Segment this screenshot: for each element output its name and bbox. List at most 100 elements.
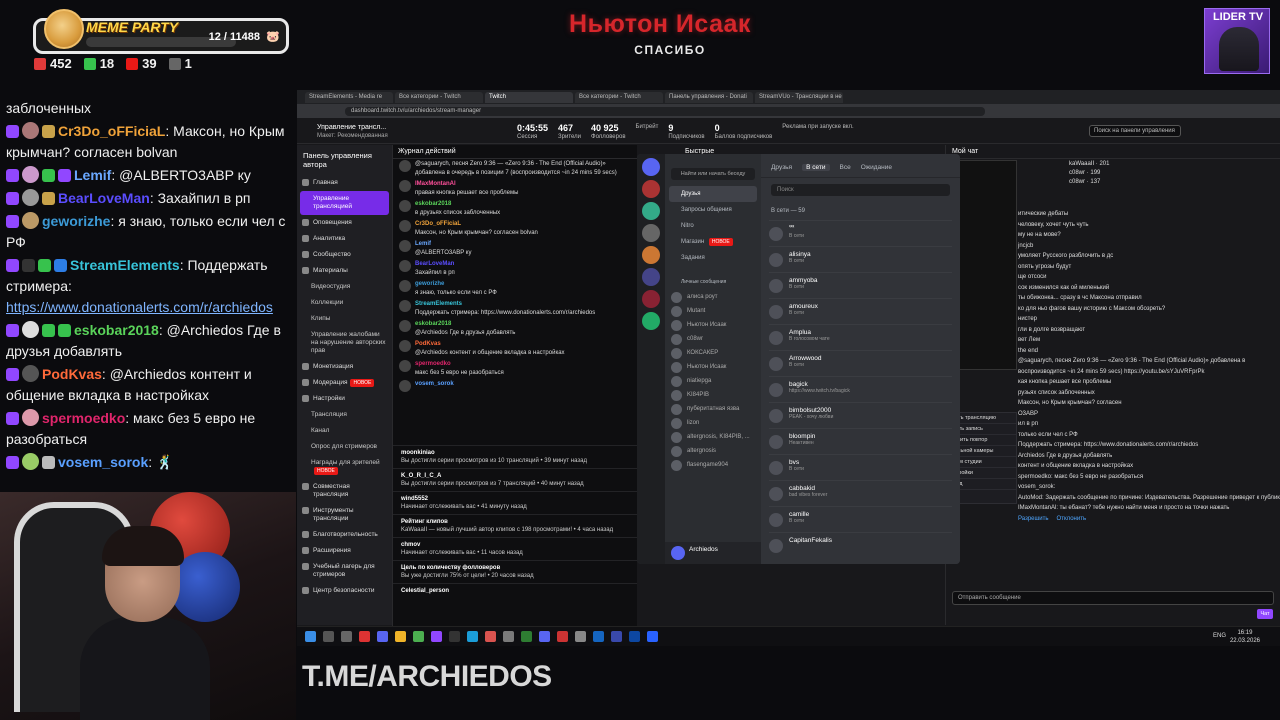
app-icon[interactable]: [611, 631, 622, 642]
dm-item[interactable]: niatiepga: [665, 374, 761, 388]
tab-friends[interactable]: Друзья: [771, 164, 792, 171]
discord-nav-quests[interactable]: Задания: [665, 250, 761, 266]
nav-item[interactable]: Главная: [297, 175, 392, 191]
discord-nav-shop[interactable]: Магазин НОВОЕ: [665, 234, 761, 250]
url-input[interactable]: dashboard.twitch.tv/u/archiedos/stream-m…: [345, 107, 985, 116]
dm-item[interactable]: пуберитатная язва: [665, 402, 761, 416]
nav-item[interactable]: Управление трансляцией: [300, 191, 389, 215]
friends-search-input[interactable]: Поиск: [771, 184, 950, 196]
nav-item[interactable]: Расширения: [297, 543, 392, 559]
folder-icon[interactable]: [395, 631, 406, 642]
chrome-icon[interactable]: [413, 631, 424, 642]
nav-item[interactable]: Центр безопасности: [297, 583, 392, 599]
friend-row[interactable]: Amplua В голосовом чате: [769, 324, 952, 350]
nav-item[interactable]: Модерация НОВОЕ: [297, 375, 392, 391]
server-icon[interactable]: [642, 180, 660, 198]
dm-item[interactable]: altergnosis, KI84PIB, ...: [665, 430, 761, 444]
find-conversation-input[interactable]: Найти или начать беседу: [671, 168, 755, 180]
dm-item[interactable]: flasengame904: [665, 458, 761, 472]
dm-item[interactable]: алиса роут: [665, 290, 761, 304]
nav-item[interactable]: Канал: [297, 423, 392, 439]
nav-item[interactable]: Аналитика: [297, 231, 392, 247]
friend-row[interactable]: amoureux В сети: [769, 298, 952, 324]
nav-item[interactable]: Материалы: [297, 263, 392, 279]
nav-item[interactable]: Управление жалобами на нарушение авторск…: [297, 327, 392, 359]
browser-tab[interactable]: Все категории - Twitch: [575, 91, 663, 103]
nav-item[interactable]: Настройки: [297, 391, 392, 407]
discord-icon[interactable]: [377, 631, 388, 642]
discord-home-icon[interactable]: [642, 158, 660, 176]
friend-row[interactable]: bloompin Неактивен: [769, 428, 952, 454]
dm-item[interactable]: c08wr: [665, 332, 761, 346]
nav-item[interactable]: Оповещения: [297, 215, 392, 231]
obs-icon[interactable]: [449, 631, 460, 642]
steam-icon[interactable]: [593, 631, 604, 642]
task-view-icon[interactable]: [341, 631, 352, 642]
browser-tab[interactable]: StreamElements - Media re: [305, 91, 393, 103]
friend-row[interactable]: ammyoba В сети: [769, 272, 952, 298]
app-icon[interactable]: [521, 631, 532, 642]
app-icon[interactable]: [539, 631, 550, 642]
telegram-icon[interactable]: [467, 631, 478, 642]
browser-tab[interactable]: StreamVUo - Трансляции в не: [755, 91, 843, 103]
tab-pending[interactable]: Ожидание: [861, 164, 892, 171]
dashboard-search-input[interactable]: Поиск на панели управления: [1089, 125, 1181, 137]
start-icon[interactable]: [305, 631, 316, 642]
twitch-icon[interactable]: [431, 631, 442, 642]
dm-item[interactable]: Ньютон Исаак: [665, 318, 761, 332]
nav-item[interactable]: Учебный лагерь для стримеров: [297, 559, 392, 583]
nav-item[interactable]: Награды для зрителейНОВОЕ: [297, 455, 392, 479]
tab-online[interactable]: В сети: [802, 164, 830, 171]
stat-ads[interactable]: Реклама при запуске вкл.: [782, 123, 853, 140]
nav-item[interactable]: Трансляция: [297, 407, 392, 423]
dm-item[interactable]: lizon: [665, 416, 761, 430]
app-icon[interactable]: [359, 631, 370, 642]
nav-item[interactable]: Совместная трансляция: [297, 479, 392, 503]
nav-item[interactable]: Благотворительность: [297, 527, 392, 543]
browser-tab[interactable]: Панель управления - Donati: [665, 91, 753, 103]
automod-deny-button[interactable]: Отклонить: [1057, 516, 1087, 522]
dm-item[interactable]: Ньютон Исаак: [665, 360, 761, 374]
nav-item[interactable]: Опрос для стримеров: [297, 439, 392, 455]
dm-item[interactable]: Mutant: [665, 304, 761, 318]
chat-send-button[interactable]: Чат: [1257, 609, 1273, 619]
nav-item[interactable]: Монетизация: [297, 359, 392, 375]
friend-row[interactable]: ᓫᓫᓫ В сети: [769, 220, 952, 246]
app-icon[interactable]: [485, 631, 496, 642]
nav-item[interactable]: Сообщество: [297, 247, 392, 263]
server-icon[interactable]: [642, 202, 660, 220]
friend-row[interactable]: camille В сети: [769, 506, 952, 532]
friend-row[interactable]: CapitanFekalis: [769, 532, 952, 558]
friend-row[interactable]: Arrowwood В сети: [769, 350, 952, 376]
server-icon[interactable]: [642, 224, 660, 242]
app-icon[interactable]: [503, 631, 514, 642]
dm-item[interactable]: altergnosis: [665, 444, 761, 458]
discord-nav-nitro[interactable]: Nitro: [665, 218, 761, 234]
friend-row[interactable]: alisinya В сети: [769, 246, 952, 272]
dm-item[interactable]: KI84PIB: [665, 388, 761, 402]
play-icon[interactable]: [647, 631, 658, 642]
browser-tab-active[interactable]: Twitch: [485, 91, 573, 103]
nav-item[interactable]: Клипы: [297, 311, 392, 327]
app-icon[interactable]: [557, 631, 568, 642]
friend-row[interactable]: bagick https://www.twitch.tv/bagick: [769, 376, 952, 402]
server-icon[interactable]: [642, 268, 660, 286]
nav-item[interactable]: Коллекции: [297, 295, 392, 311]
tab-all[interactable]: Все: [840, 164, 851, 171]
discord-nav-message-requests[interactable]: Запросы общения: [665, 202, 761, 218]
app-icon[interactable]: [629, 631, 640, 642]
language-indicator[interactable]: ENG: [1213, 633, 1226, 639]
nav-item[interactable]: Инструменты трансляции: [297, 503, 392, 527]
automod-allow-button[interactable]: Разрешить: [1018, 516, 1049, 522]
server-icon[interactable]: [642, 290, 660, 308]
friend-row[interactable]: bvs В сети: [769, 454, 952, 480]
server-icon[interactable]: [642, 246, 660, 264]
clock[interactable]: 16:19 22.03.2026: [1230, 629, 1260, 645]
server-icon[interactable]: [642, 312, 660, 330]
dm-item[interactable]: КОКСАКЕР: [665, 346, 761, 360]
settings-icon[interactable]: [575, 631, 586, 642]
chat-input[interactable]: Отправить сообщение: [952, 591, 1274, 605]
friend-row[interactable]: bimbolsut2000 PEAK - хочу любви: [769, 402, 952, 428]
nav-item[interactable]: Видеостудия: [297, 279, 392, 295]
search-icon[interactable]: [323, 631, 334, 642]
